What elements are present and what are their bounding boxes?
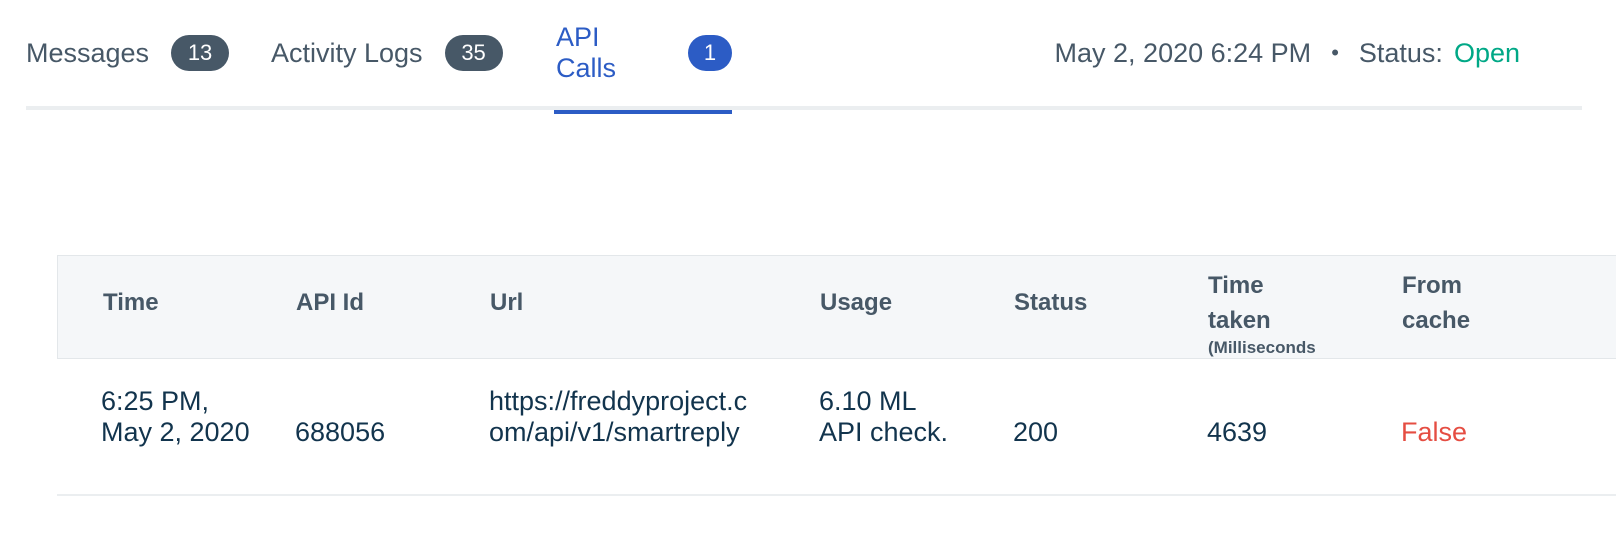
meta-separator: • (1331, 40, 1339, 65)
tab-api-calls[interactable]: API Calls 1 (554, 0, 732, 114)
header-time: Time (103, 289, 159, 316)
cell-api-id: 688056 (295, 417, 386, 447)
tab-api-calls-count-badge: 1 (688, 35, 732, 71)
cell-usage: 6.10 ML API check. (819, 386, 949, 447)
ticket-datetime: May 2, 2020 6:24 PM (1054, 37, 1312, 68)
tab-activity-logs-label: Activity Logs (271, 37, 423, 68)
cell-from-cache: False (1401, 417, 1468, 447)
header-time-taken-unit: (Milliseconds (1208, 338, 1316, 357)
header-from-cache: From cache (1402, 272, 1471, 334)
tab-api-calls-label: API Calls (556, 22, 617, 83)
header-time-taken-label: Time taken (1208, 272, 1271, 334)
header-status: Status (1014, 289, 1088, 316)
tab-messages-label: Messages (26, 37, 150, 68)
tab-activity-logs-count-badge: 35 (444, 35, 503, 71)
table-header: Time API Id Url Usage Status Time taken … (57, 255, 1616, 359)
api-calls-table: Time API Id Url Usage Status Time taken … (57, 255, 1616, 496)
cell-status: 200 (1013, 417, 1059, 447)
status-badge: Open (1453, 37, 1520, 68)
header-usage: Usage (820, 289, 893, 316)
ticket-meta: May 2, 2020 6:24 PM • Status: Open (1055, 0, 1520, 110)
table-row: 6:25 PM, May 2, 2020 688056 https://fred… (57, 359, 1616, 496)
page: Messages 13 Activity Logs 35 API Calls 1… (0, 0, 1616, 544)
status-label: Status: (1358, 37, 1443, 68)
cell-url: https://freddyproject.com/api/v1/smartre… (489, 386, 748, 447)
cell-time-taken: 4639 (1207, 417, 1268, 447)
tab-messages[interactable]: Messages 13 (26, 0, 230, 110)
tab-activity-logs[interactable]: Activity Logs 35 (271, 0, 503, 110)
tab-messages-count-badge: 13 (171, 35, 230, 71)
header-url: Url (490, 289, 524, 316)
tab-bar: Messages 13 Activity Logs 35 API Calls 1… (26, 0, 1582, 114)
header-time-taken: Time taken (Milliseconds (1208, 268, 1316, 358)
cell-time: 6:25 PM, May 2, 2020 (101, 386, 250, 447)
header-api-id: API Id (296, 289, 365, 316)
